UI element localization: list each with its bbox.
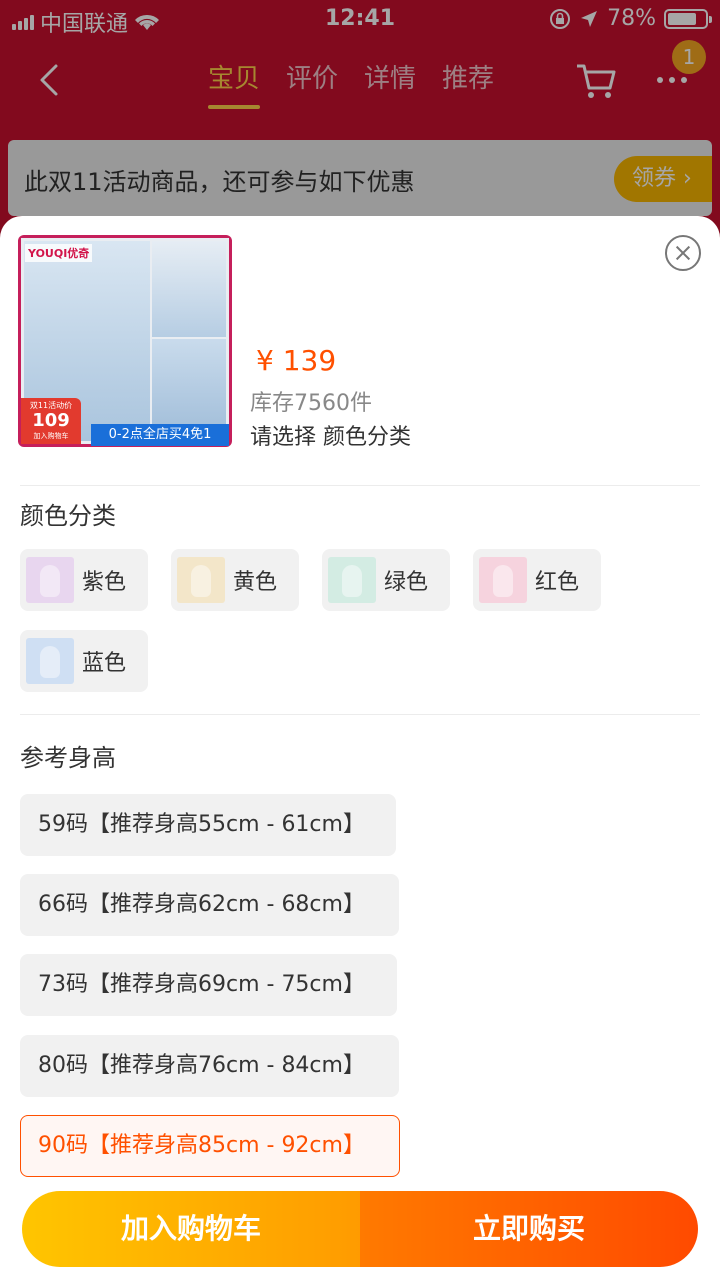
color-option-red[interactable]: 红色	[473, 549, 601, 611]
color-section-title: 颜色分类	[20, 502, 116, 530]
buy-now-button[interactable]: 立即购买	[360, 1191, 698, 1267]
color-label: 黄色	[233, 570, 278, 595]
baby-photo-2	[152, 241, 226, 337]
action-bar: 加入购物车 立即购买	[22, 1191, 698, 1267]
color-swatch	[26, 557, 74, 603]
color-label: 紫色	[82, 570, 127, 595]
size-option-73[interactable]: 73码【推荐身高69cm - 75cm】	[20, 954, 397, 1016]
color-option-yellow[interactable]: 黄色	[171, 549, 299, 611]
color-option-blue[interactable]: 蓝色	[20, 630, 148, 692]
color-swatch	[328, 557, 376, 603]
size-option-80[interactable]: 80码【推荐身高76cm - 84cm】	[20, 1035, 399, 1097]
color-label: 红色	[535, 570, 580, 595]
height-section-title: 参考身高	[20, 744, 116, 772]
color-option-green[interactable]: 绿色	[322, 549, 450, 611]
thumb-price-tag: 双11活动价 109 加入购物车	[21, 398, 81, 444]
color-swatch	[26, 638, 74, 684]
color-swatch	[177, 557, 225, 603]
divider	[20, 485, 700, 486]
size-option-90[interactable]: 90码【推荐身高85cm - 92cm】	[20, 1115, 400, 1177]
color-label: 蓝色	[82, 651, 127, 676]
color-option-purple[interactable]: 紫色	[20, 549, 148, 611]
thumbnail-image: YOUQI优奇 双11活动价 109 加入购物车 0-2点全店买4免1	[21, 238, 229, 446]
stock-count: 库存7560件	[250, 391, 372, 416]
tag-bottom-text: 加入购物车	[33, 432, 69, 440]
close-icon[interactable]	[665, 235, 701, 271]
select-hint: 请选择 颜色分类	[250, 425, 411, 450]
product-price: ¥ 139	[256, 344, 337, 377]
thumb-banner: 0-2点全店买4免1	[91, 424, 229, 446]
size-option-59[interactable]: 59码【推荐身高55cm - 61cm】	[20, 794, 396, 856]
add-to-cart-button[interactable]: 加入购物车	[22, 1191, 360, 1267]
color-label: 绿色	[384, 570, 429, 595]
divider	[20, 714, 700, 715]
tag-price: 109	[32, 410, 70, 431]
brand-logo: YOUQI优奇	[25, 244, 93, 262]
sku-sheet: YOUQI优奇 双11活动价 109 加入购物车 0-2点全店买4免1 ¥ 13…	[0, 216, 720, 1280]
color-swatch	[479, 557, 527, 603]
product-thumbnail: YOUQI优奇 双11活动价 109 加入购物车 0-2点全店买4免1	[18, 235, 232, 447]
size-option-66[interactable]: 66码【推荐身高62cm - 68cm】	[20, 874, 399, 936]
